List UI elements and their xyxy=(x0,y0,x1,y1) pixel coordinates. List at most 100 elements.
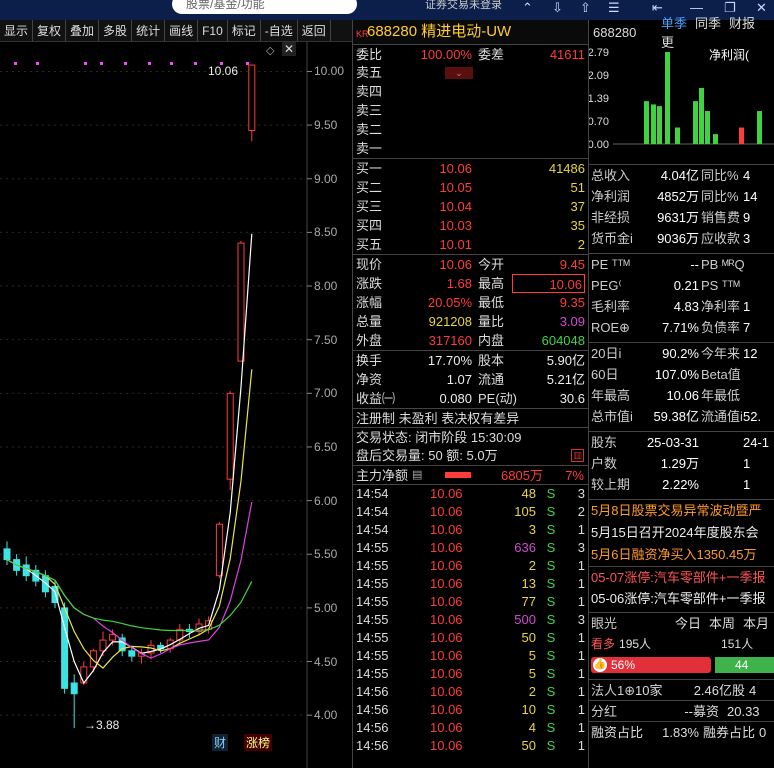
toolbar-btn-6[interactable]: F10 xyxy=(198,20,228,41)
bid-row[interactable]: 买二 10.05 51 xyxy=(353,178,588,197)
finance-badge[interactable]: 财 xyxy=(212,734,229,751)
search-input[interactable]: 股票/基金/功能 xyxy=(172,0,357,14)
f10-tab-0[interactable]: 单季 xyxy=(661,16,687,31)
info-value: 7.71% xyxy=(662,320,699,335)
arrow-down-icon[interactable]: ⇩ xyxy=(552,0,563,16)
price-label: 6.50 xyxy=(314,439,338,454)
ask-row[interactable]: 卖一 xyxy=(353,139,588,158)
tick-price: 10.06 xyxy=(430,630,463,645)
toolbar-btn-7[interactable]: 标记 xyxy=(228,20,261,41)
f10-tab-1[interactable]: 同季 xyxy=(695,16,721,31)
toolbar-btn-3[interactable]: 多股 xyxy=(99,20,133,41)
tick-count: 1 xyxy=(577,666,585,681)
news-list[interactable]: 5月8日股票交易异常波动暨严 5月15日召开2024年度股东会 5月6日融资净买入1… xyxy=(589,499,774,610)
thumb-up-icon[interactable]: 👍 xyxy=(593,658,607,672)
chart-close-icon[interactable]: ✕ xyxy=(282,42,297,56)
info-label-2 xyxy=(699,453,743,474)
tick-row: 14:55 10.06 5 S 1 xyxy=(353,665,588,683)
quote-stats-2: 换手 17.70% 股本 5.90亿 净资 1.07 流通 5.21亿 收益㈠ 0.080 PE(动… xyxy=(353,350,588,408)
div-value-2: 20.33 xyxy=(727,704,760,719)
info-label: 总市值i xyxy=(591,409,633,424)
toolbar-btn-5[interactable]: 画线 xyxy=(165,20,199,41)
bid-label: 买三 xyxy=(356,199,383,214)
toolbar-btn-2[interactable]: 叠加 xyxy=(66,20,100,41)
profit-bar xyxy=(665,52,670,144)
toolbar-btn-8[interactable]: -自选 xyxy=(261,20,298,41)
profit-bar xyxy=(651,104,656,144)
expand-asks-icon[interactable]: ⌄ xyxy=(445,67,473,79)
stat-value-2: 30.6 xyxy=(559,391,585,406)
bid-label: 买一 xyxy=(356,161,383,176)
news-item[interactable]: 5月6日融资净买入1350.45万 xyxy=(589,544,774,566)
tick-list[interactable]: 14:54 10.06 48 S 3 14:54 10.06 105 S 2 14:54 10.06 3… xyxy=(353,484,588,755)
tick-row: 14:56 10.06 2 S 1 xyxy=(353,683,588,701)
bull-row: 看多 195人 151人 xyxy=(589,634,774,655)
tick-time: 14:56 xyxy=(356,702,389,717)
ask-row[interactable]: 卖二 xyxy=(353,120,588,139)
limit-up-badge[interactable]: 涨榜 xyxy=(244,734,273,751)
bid-label: 买二 xyxy=(356,180,383,195)
bid-row[interactable]: 买三 10.04 37 xyxy=(353,197,588,216)
info-row: PE ᵀᵀᴹ -- PB ᴹᴿQ xyxy=(589,254,774,275)
tick-volume: 13 xyxy=(521,576,536,591)
tick-row: 14:54 10.06 48 S 3 xyxy=(353,485,588,503)
weibi-row: 委比 100.00% 委差 41611 xyxy=(353,44,588,63)
bar-ylabel: 2.79 xyxy=(589,47,609,59)
news-item[interactable]: 5月8日股票交易异常波动暨严 xyxy=(589,500,774,522)
bar-ylabel: 0.70 xyxy=(589,116,609,128)
toolbar-btn-4[interactable]: 统计 xyxy=(132,20,166,41)
menu-icon[interactable]: ☰ xyxy=(608,0,620,16)
info-value-2 xyxy=(743,385,774,406)
bar-chart-icon[interactable]: ▥ xyxy=(571,449,584,462)
f10-tab-2[interactable]: 财报 xyxy=(729,16,755,31)
info-label: ROE⊕ xyxy=(591,320,631,335)
tick-time: 14:55 xyxy=(356,612,389,627)
bid-row[interactable]: 买一 10.06 41486 xyxy=(353,159,588,178)
inst-label: 法人1⊕ xyxy=(591,683,636,698)
div-row: 分红 --募资 20.33 xyxy=(589,700,774,721)
toolbar-btn-0[interactable]: 显示 xyxy=(0,20,34,41)
f10-panel: 688280 单季同季财报更 2.792.091.390.700.0020232… xyxy=(588,16,774,768)
bid-row[interactable]: 买五 10.01 2 xyxy=(353,235,588,254)
collapse-icon[interactable]: ⌃ xyxy=(522,0,533,16)
profit-bar xyxy=(675,127,680,144)
tick-volume: 3 xyxy=(528,522,536,537)
tick-count: 2 xyxy=(577,504,585,519)
info-value-2: 4 xyxy=(743,168,751,183)
ask-row[interactable]: 卖三 xyxy=(353,101,588,120)
list-icon[interactable]: ▤ xyxy=(412,466,422,484)
bid-spacer xyxy=(472,178,512,197)
eye-tab-week[interactable]: 本周 xyxy=(709,613,735,634)
holders: 股东 25-03-31 24-1 户数 1.29万 1 较上期 2.22% 1 xyxy=(589,431,774,495)
tick-side: S xyxy=(546,594,556,609)
info-value-2: 9 xyxy=(743,210,751,225)
eye-tab-month[interactable]: 本月 xyxy=(743,613,769,634)
tick-side: S xyxy=(546,576,556,591)
trade-status-text: 交易状态: 闭市阶段 15:30:09 xyxy=(356,430,522,445)
arrow-up-icon[interactable]: ⇧ xyxy=(580,0,591,16)
info-row: 货币金i 9036万 应收款 3 xyxy=(589,228,774,249)
bid-price: 10.05 xyxy=(439,180,472,195)
eye-tab-today[interactable]: 今日 xyxy=(675,613,701,634)
info-label: 非经损 xyxy=(591,210,631,225)
tick-volume: 5 xyxy=(528,648,536,663)
ask-row[interactable]: 卖四 xyxy=(353,82,588,101)
profit-bar-chart[interactable]: 2.792.091.390.700.00202320242025 净利润( xyxy=(588,44,774,163)
news-item[interactable]: 05-07涨停:汽车零部件+一季报 xyxy=(589,566,774,588)
news-item[interactable]: 5月15日召开2024年度股东会 xyxy=(589,522,774,544)
ma-line-1 xyxy=(6,369,253,669)
candle-body xyxy=(128,650,136,657)
kline-chart[interactable]: 10.00 9.50 9.00 8.50 8.00 7.50 7.00 6.50 6.00 5.5… xyxy=(0,42,352,768)
info-label-2: 同比% xyxy=(701,189,739,204)
bid-row[interactable]: 买四 10.03 35 xyxy=(353,216,588,235)
profit-bar xyxy=(739,127,744,144)
tick-side: S xyxy=(546,738,556,753)
info-value-2: 1 xyxy=(743,299,751,314)
toolbar-btn-9[interactable]: 返回 xyxy=(298,20,331,41)
price-label: 7.00 xyxy=(314,386,338,401)
trade-login-status[interactable]: 证券交易未登录 xyxy=(425,0,502,12)
news-item[interactable]: 05-06涨停:汽车零部件+一季报 xyxy=(589,588,774,610)
toolbar-btn-1[interactable]: 复权 xyxy=(33,20,67,41)
stat-row: 换手 17.70% 股本 5.90亿 xyxy=(353,351,588,370)
tick-row: 14:55 10.06 50 S 1 xyxy=(353,629,588,647)
